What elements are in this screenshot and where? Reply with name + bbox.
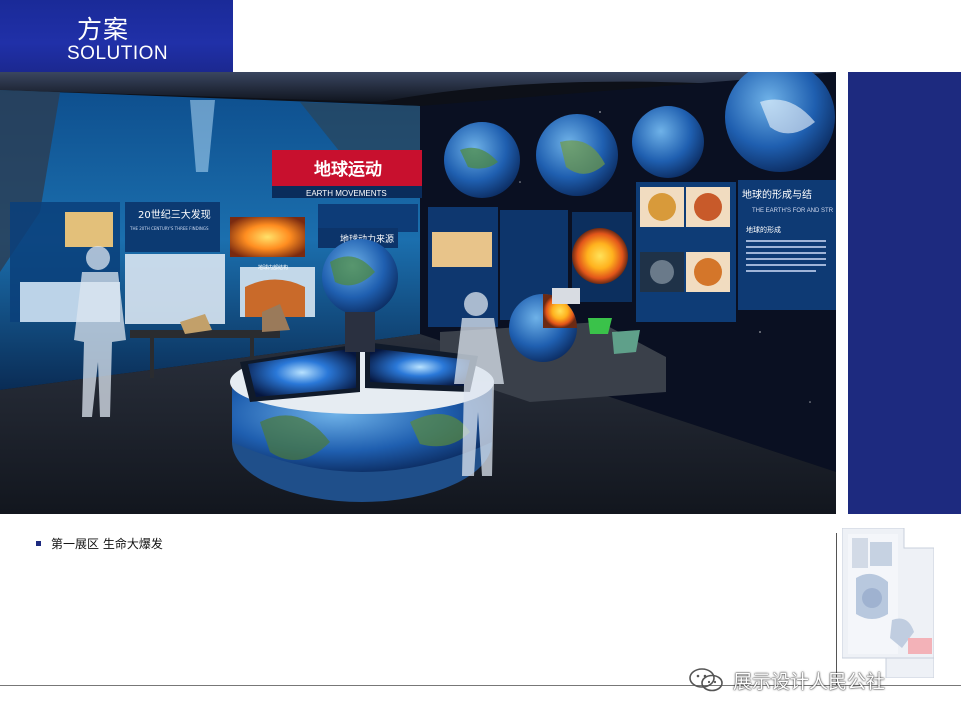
watermark-text: 展示设计人民公社: [733, 670, 886, 693]
wechat-icon: [689, 668, 723, 692]
strip-gap: [836, 72, 848, 514]
panel-title-cn: 地球运动: [314, 159, 382, 180]
title-en: SOLUTION: [67, 43, 169, 64]
panel-left-1-title: 20世纪三大发现: [138, 208, 211, 221]
title-cn: 方案: [77, 15, 130, 44]
right-accent-strip: [848, 72, 961, 514]
watermark: 展示设计人民公社: [687, 666, 885, 694]
title-block: 方案 SOLUTION: [0, 0, 233, 72]
caption-bullet: [36, 541, 41, 546]
panel-title-en: EARTH MOVEMENTS: [306, 189, 387, 198]
floor-plan-thumbnail: [841, 527, 935, 679]
header-bar: 方案 SOLUTION: [0, 0, 961, 72]
caption-text: 第一展区 生命大爆发: [51, 537, 163, 551]
panel-right-title: 地球的形成与结: [742, 188, 812, 201]
vertical-divider: [836, 533, 837, 685]
panel-right-heading: 地球的形成: [746, 225, 781, 234]
exhibition-render-image: 20世纪三大发现 THE 20TH CENTURY'S THREE FINDIN…: [0, 72, 836, 514]
panel-right-subtitle: THE EARTH'S FOR AND STR: [752, 208, 834, 214]
caption: 第一展区 生命大爆发: [36, 535, 163, 552]
panel-left-1-subtitle: THE 20TH CENTURY'S THREE FINDINGS: [129, 226, 209, 231]
panel-left-label: 地球内部结构: [258, 264, 288, 271]
